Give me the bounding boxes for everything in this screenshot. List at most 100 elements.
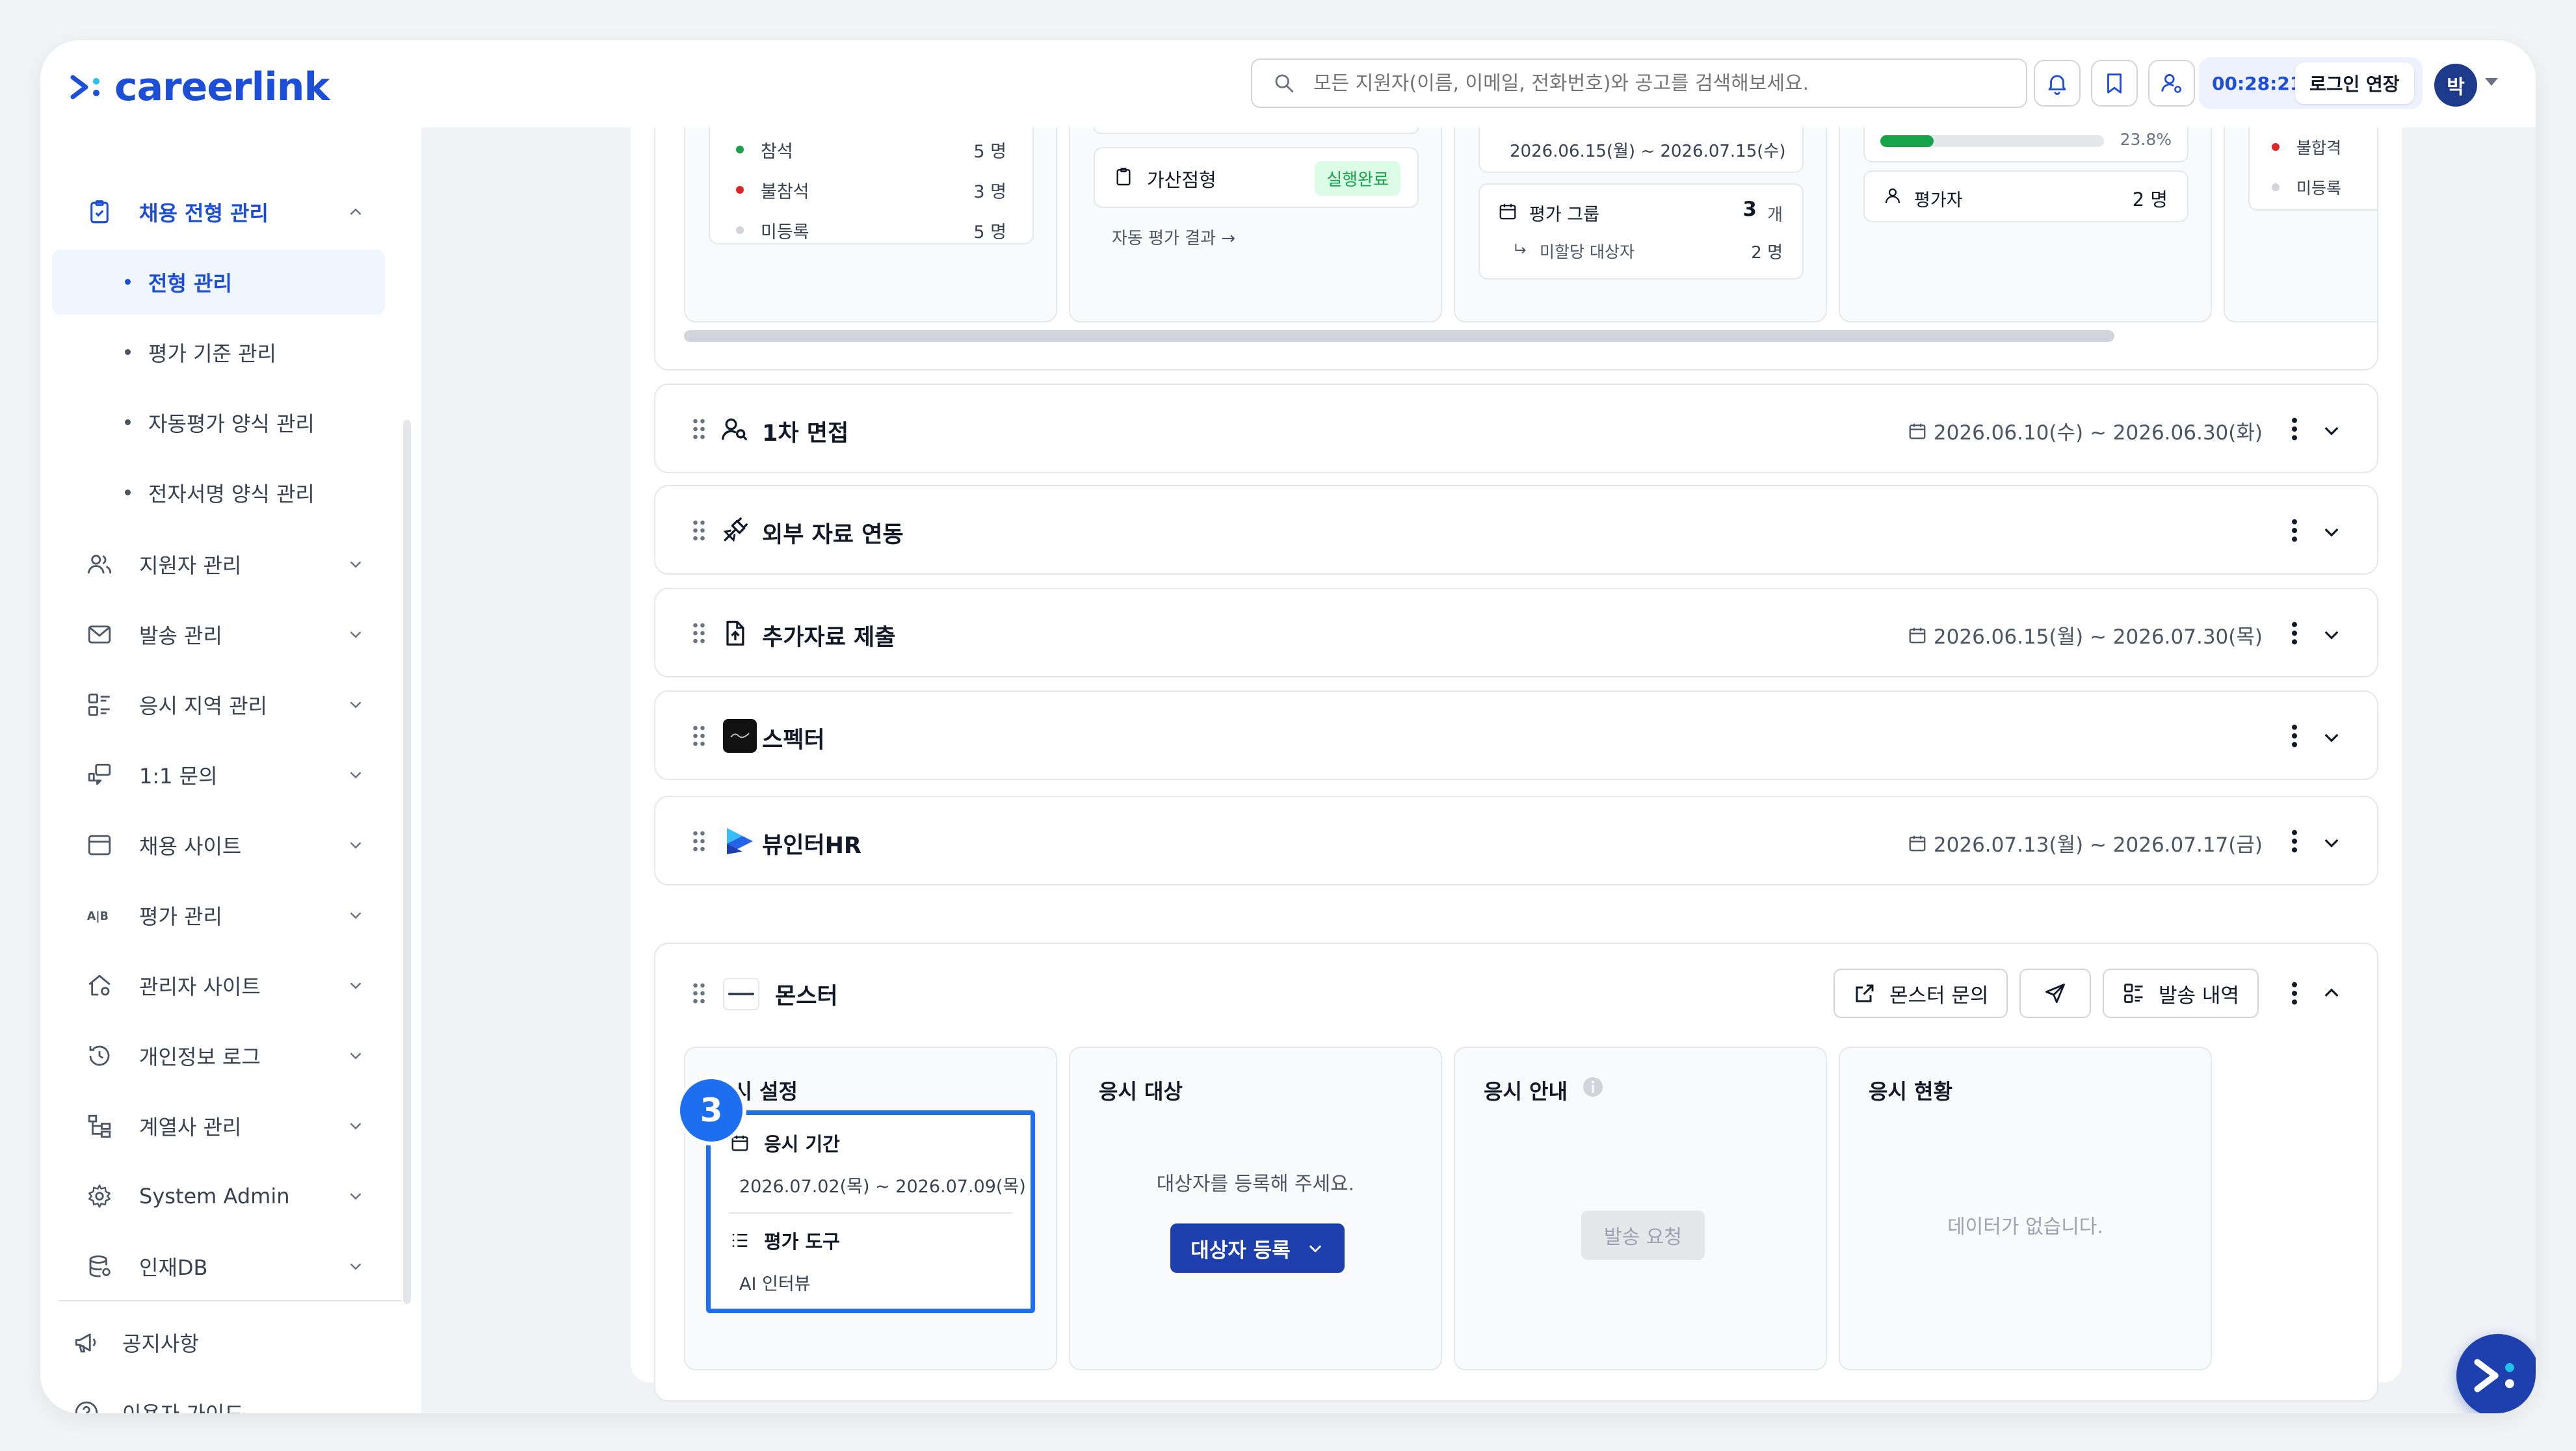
attendance-label: 불참석: [761, 181, 809, 202]
evaluator-box: 평가자 2 명: [1863, 170, 2188, 222]
more-options-icon[interactable]: [2291, 517, 2298, 543]
sidebar-subitem-auto-eval-form[interactable]: 자동평가 양식 관리: [52, 390, 385, 455]
chevron-down-icon[interactable]: [2321, 420, 2342, 441]
sidebar-subitem-eval-criteria[interactable]: 평가 기준 관리: [52, 320, 385, 385]
drag-handle-icon[interactable]: [692, 724, 706, 748]
sidebar-item-talent-db[interactable]: 인재DB: [66, 1235, 391, 1298]
stage-title: 뷰인터HR: [762, 833, 861, 859]
sidebar-item-sending[interactable]: 발송 관리: [66, 603, 391, 666]
sidebar-subitem-label: 자동평가 양식 관리: [148, 412, 315, 436]
chevron-up-icon[interactable]: [2321, 983, 2342, 1004]
sidebar-item-inquiry[interactable]: 1:1 문의: [66, 744, 391, 806]
sidebar-item-admin-site[interactable]: 관리자 사이트: [66, 954, 391, 1017]
stage-row-spector[interactable]: 스펙터: [654, 690, 2378, 780]
sidebar-subitem-stage-management[interactable]: 전형 관리: [52, 250, 385, 315]
drag-handle-icon[interactable]: [692, 417, 706, 441]
login-extend-button[interactable]: 로그인 연장: [2295, 62, 2414, 104]
chevron-down-icon[interactable]: [2321, 727, 2342, 748]
notifications-button[interactable]: [2034, 60, 2081, 107]
info-icon[interactable]: [1581, 1075, 1605, 1099]
drag-handle-icon[interactable]: [692, 519, 706, 542]
stage-row-external-data[interactable]: 외부 자료 연동: [654, 485, 2378, 575]
sidebar-item-recruit-process[interactable]: 채용 전형 관리: [66, 181, 391, 243]
eval-group-label: 평가 그룹: [1529, 205, 1599, 225]
pass-row: 불합격: [2272, 134, 2377, 160]
attendance-count: 5 명: [973, 222, 1006, 242]
auto-eval-type-box: 가산점형 실행완료: [1094, 147, 1419, 208]
more-options-icon[interactable]: [2291, 723, 2298, 749]
stage-period: 2026.06.10(수) ~ 2026.06.30(화): [1908, 416, 2263, 445]
sidebar-item-affiliates[interactable]: 계열사 관리: [66, 1095, 391, 1157]
spector-logo-mark: [730, 733, 750, 739]
attendance-row: 불참석 3 명: [736, 177, 1006, 203]
sidebar-item-label: 인재DB: [139, 1255, 208, 1280]
status-dot: [2272, 143, 2280, 151]
chevron-down-icon: [350, 1193, 361, 1200]
assistant-fab[interactable]: [2456, 1334, 2536, 1413]
auto-eval-type: 가산점형: [1147, 169, 1216, 191]
user-guide-link[interactable]: 이용자 가이드: [66, 1383, 244, 1413]
sidebar-item-label: 1:1 문의: [139, 764, 218, 789]
more-options-icon[interactable]: [2291, 620, 2298, 646]
sidebar-item-applicants[interactable]: 지원자 관리: [66, 533, 391, 595]
eval-group-unit: 개: [1767, 205, 1783, 225]
drag-handle-icon[interactable]: [692, 830, 706, 853]
notice-link[interactable]: 공지사항: [66, 1313, 199, 1372]
brand-name: careerlink: [114, 64, 330, 110]
horizontal-scrollbar[interactable]: [684, 330, 2114, 342]
more-options-icon[interactable]: [2291, 416, 2298, 442]
sidebar-item-privacy-log[interactable]: 개인정보 로그: [66, 1025, 391, 1087]
avatar[interactable]: 박: [2434, 64, 2477, 107]
brand-logo[interactable]: careerlink: [70, 64, 330, 110]
attendance-count: 3 명: [973, 181, 1006, 202]
period-date: 2026.06.15(월) ~ 2026.07.15(수): [1510, 142, 1786, 161]
exam-setting-detail-box[interactable]: 응시 기간 2026.07.02(목) ~ 2026.07.09(목) 평가 도…: [706, 1110, 1035, 1313]
chevron-down-icon[interactable]: [2321, 624, 2342, 645]
empty-status-message: 데이터가 없습니다.: [1947, 1216, 2103, 1238]
main-content: 참석 5 명 불참석 3 명 미등록 5 명 가산점형 실행완료 자동 평가 결…: [421, 127, 2536, 1413]
drag-handle-icon[interactable]: [692, 982, 706, 1005]
sub-arrow-icon: [1515, 244, 1526, 254]
stage-row-viewinter[interactable]: 뷰인터HR 2026.07.13(월) ~ 2026.07.17(금): [654, 796, 2378, 885]
register-target-button[interactable]: 대상자 등록: [1170, 1223, 1345, 1273]
more-options-icon[interactable]: [2291, 980, 2298, 1006]
send-button[interactable]: [2019, 969, 2091, 1018]
more-options-icon[interactable]: [2291, 828, 2298, 854]
chevron-down-icon[interactable]: [2321, 832, 2342, 853]
user-settings-button[interactable]: [2148, 60, 2195, 107]
caret-down-icon[interactable]: [2485, 78, 2498, 86]
stage-period: 2026.07.13(월) ~ 2026.07.17(금): [1908, 828, 2263, 857]
chevron-down-icon[interactable]: [2321, 521, 2342, 542]
tree-icon: [88, 1114, 111, 1138]
progress-fill: [1880, 135, 1934, 147]
auto-eval-result-link[interactable]: 자동 평가 결과 →: [1112, 225, 1235, 249]
session-timer: 00:28:21 로그인 연장: [2199, 57, 2423, 109]
pass-row: 미등록: [2272, 174, 2377, 200]
interview-icon: [722, 418, 748, 441]
users-icon: [87, 555, 112, 574]
sidebar-scrollbar[interactable]: [403, 420, 411, 1304]
card-title: 응시 안내: [1484, 1079, 1568, 1104]
sidebar-item-exam-region[interactable]: 응시 지역 관리: [66, 673, 391, 736]
empty-target-message: 대상자를 등록해 주세요.: [1156, 1173, 1355, 1196]
stage-row-interview[interactable]: 1차 면접 2026.06.10(수) ~ 2026.06.30(화): [654, 384, 2378, 473]
spector-logo: [723, 719, 757, 753]
sidebar-subitem-esign-form[interactable]: 전자서명 양식 관리: [52, 460, 385, 525]
sidebar-item-label: 평가 관리: [139, 904, 222, 929]
send-history-button[interactable]: 발송 내역: [2103, 969, 2259, 1018]
drag-handle-icon[interactable]: [692, 621, 706, 645]
global-search[interactable]: [1251, 59, 2027, 108]
stage-row-additional-docs[interactable]: 추가자료 제출 2026.06.15(월) ~ 2026.07.30(목): [654, 588, 2378, 677]
auto-eval-card: 가산점형 실행완료 자동 평가 결과 →: [1069, 127, 1442, 322]
monster-inquiry-button[interactable]: 몬스터 문의: [1833, 969, 2008, 1018]
sidebar-item-evaluation[interactable]: A|B 평가 관리: [66, 884, 391, 947]
list-icon: [2124, 984, 2143, 1003]
attendance-row: 미등록 5 명: [736, 217, 1006, 243]
status-dot: [736, 226, 744, 234]
search-input[interactable]: [1313, 72, 1964, 95]
bookmarks-button[interactable]: [2091, 60, 2138, 107]
send-request-button[interactable]: 발송 요청: [1581, 1210, 1705, 1260]
sidebar-item-recruit-site[interactable]: 채용 사이트: [66, 814, 391, 876]
sidebar-item-system-admin[interactable]: System Admin: [66, 1165, 391, 1227]
eval-tool-label: 평가 도구: [764, 1231, 840, 1253]
